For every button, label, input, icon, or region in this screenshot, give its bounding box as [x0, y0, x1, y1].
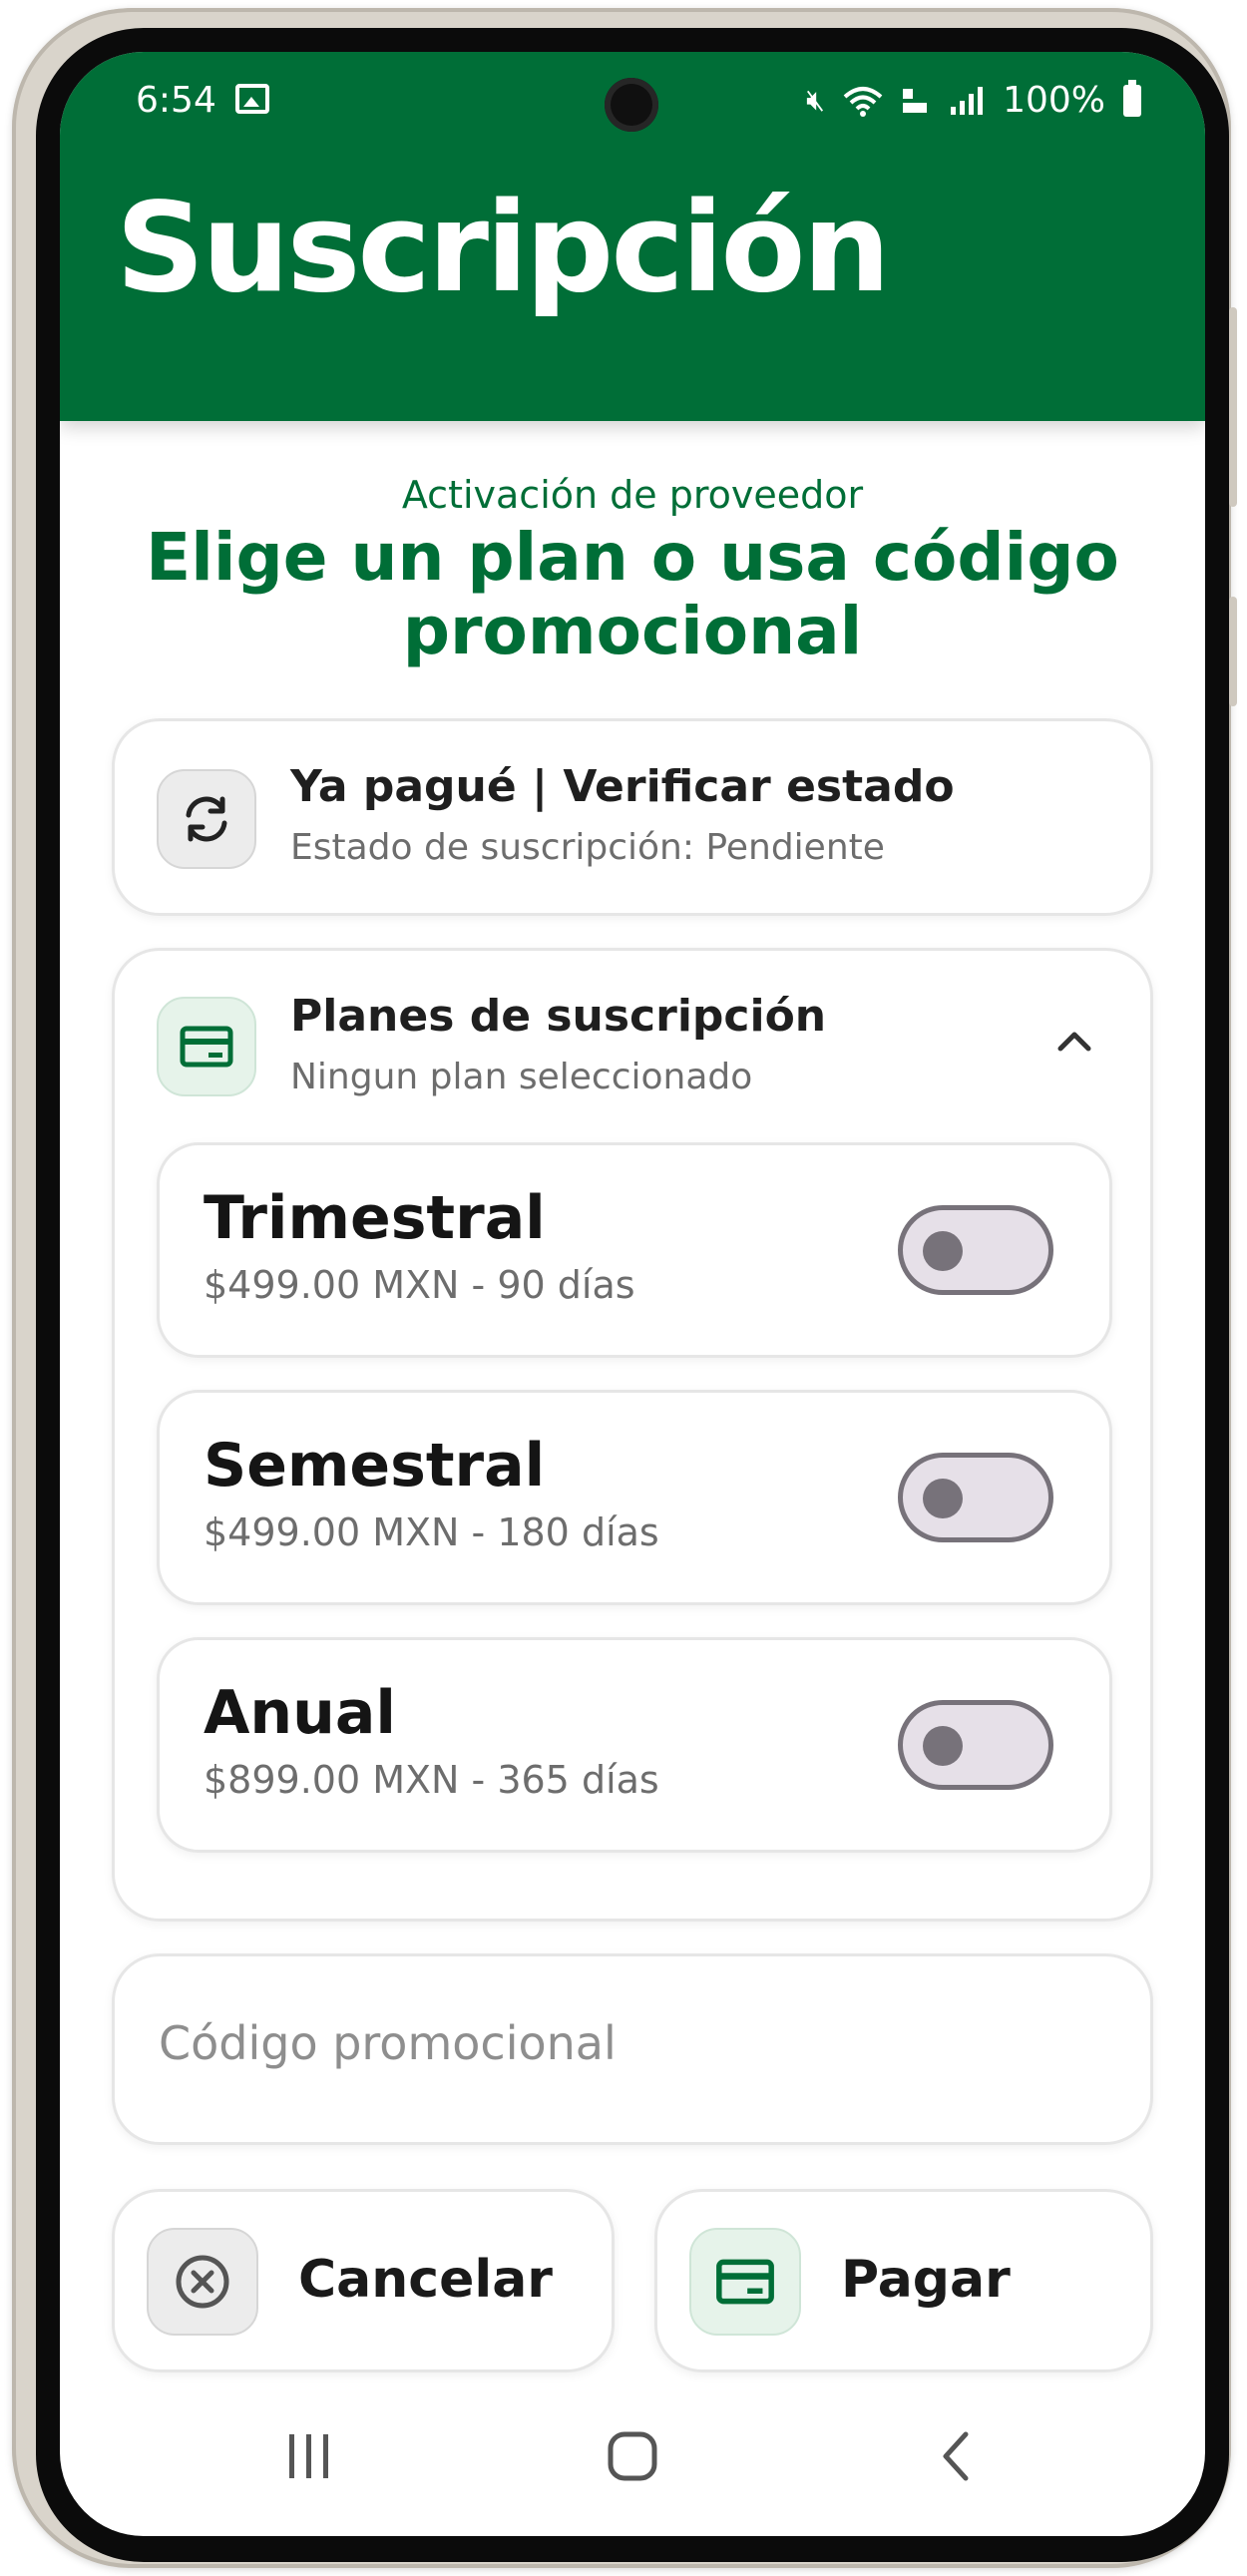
phone-frame: 6:54 🔇︎ 100% Suscripción Activación de p… — [12, 8, 1237, 2568]
signal-icon — [951, 86, 984, 115]
status-icons: 🔇︎ 100% — [806, 79, 1141, 121]
credit-card-icon — [689, 2228, 801, 2336]
status-bar: 6:54 🔇︎ 100% — [60, 74, 1205, 134]
pay-button[interactable]: Pagar — [654, 2189, 1153, 2372]
power-button — [1229, 597, 1237, 706]
toggle-knob — [923, 1726, 963, 1766]
cancel-button[interactable]: Cancelar — [112, 2189, 615, 2372]
page-title: Suscripción — [116, 177, 891, 320]
plan-name: Semestral — [204, 1431, 546, 1501]
plan-detail: $499.00 MXN - 90 días — [204, 1263, 635, 1307]
plan-toggle[interactable] — [898, 1205, 1053, 1295]
system-nav-bar — [60, 2386, 1205, 2536]
battery-icon — [1123, 79, 1141, 117]
volume-button — [1229, 307, 1237, 507]
section-heading: Elige un plan o usa código promocional — [146, 519, 1119, 669]
plan-name: Anual — [204, 1678, 396, 1748]
promo-code-placeholder: Código promocional — [159, 2016, 617, 2070]
plans-card: Planes de suscripción Ningun plan selecc… — [112, 948, 1153, 1922]
plan-name: Trimestral — [204, 1183, 546, 1253]
back-icon[interactable] — [928, 2426, 988, 2486]
credit-card-icon — [157, 997, 256, 1096]
mute-icon: 🔇︎ — [806, 83, 826, 118]
verify-subtitle: Estado de suscripción: Pendiente — [290, 827, 885, 868]
app-header: 6:54 🔇︎ 100% Suscripción — [60, 52, 1205, 421]
plans-subtitle: Ningun plan seleccionado — [290, 1057, 753, 1097]
toggle-knob — [923, 1231, 963, 1271]
plan-option[interactable]: Trimestral $499.00 MXN - 90 días — [157, 1142, 1112, 1358]
toggle-knob — [923, 1479, 963, 1518]
pay-label: Pagar — [841, 2250, 1011, 2310]
front-camera — [605, 78, 658, 132]
plan-toggle[interactable] — [898, 1453, 1053, 1542]
refresh-icon — [157, 769, 256, 869]
section-kicker: Activación de proveedor — [401, 473, 864, 517]
cancel-label: Cancelar — [298, 2250, 553, 2310]
plan-toggle[interactable] — [898, 1700, 1053, 1790]
chevron-up-icon[interactable] — [1054, 1021, 1094, 1061]
status-time: 6:54 — [136, 80, 216, 121]
app-screen: 6:54 🔇︎ 100% Suscripción Activación de p… — [60, 52, 1205, 2536]
plan-option[interactable]: Anual $899.00 MXN - 365 días — [157, 1637, 1112, 1853]
wifi-icon — [843, 86, 883, 117]
plans-title: Planes de suscripción — [290, 991, 827, 1042]
recent-apps-icon[interactable] — [279, 2426, 339, 2486]
verify-status-card[interactable]: Ya pagué | Verificar estado Estado de su… — [112, 718, 1153, 916]
image-icon — [235, 84, 269, 114]
volte-icon — [903, 88, 928, 113]
plan-detail: $499.00 MXN - 180 días — [204, 1510, 659, 1554]
promo-code-input[interactable]: Código promocional — [112, 1953, 1153, 2145]
verify-title: Ya pagué | Verificar estado — [290, 761, 955, 812]
cancel-icon — [147, 2228, 258, 2336]
plan-option[interactable]: Semestral $499.00 MXN - 180 días — [157, 1390, 1112, 1605]
home-icon[interactable] — [603, 2426, 662, 2486]
battery-percent: 100% — [1003, 80, 1105, 121]
plan-detail: $899.00 MXN - 365 días — [204, 1758, 659, 1802]
